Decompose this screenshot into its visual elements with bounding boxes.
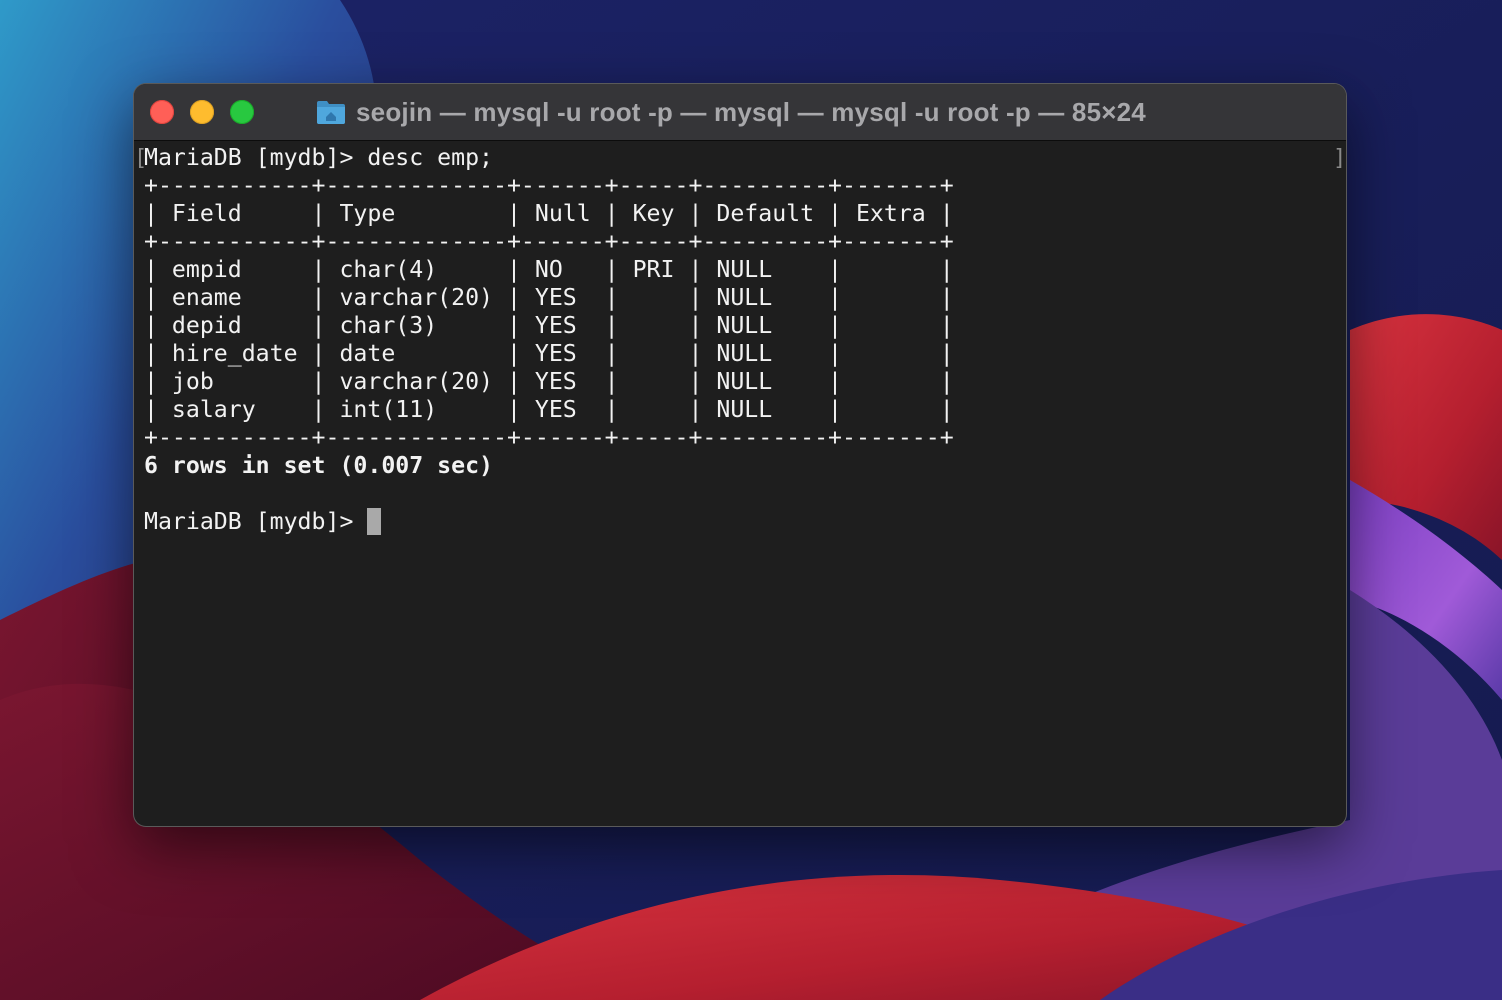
prompt-line[interactable]: MariaDB [mydb]>: [144, 508, 1334, 536]
table-separator-top: +-----------+-------------+------+-----+…: [144, 172, 954, 199]
table-separator-mid: +-----------+-------------+------+-----+…: [144, 228, 954, 255]
folder-icon: [317, 101, 345, 124]
terminal-window: seojin — mysql -u root -p — mysql — mysq…: [134, 84, 1346, 826]
prompt-text: MariaDB [mydb]>: [144, 508, 368, 535]
minimize-icon[interactable]: [190, 100, 214, 124]
table-row: | job | varchar(20) | YES | | NULL | |: [144, 368, 954, 395]
window-title: seojin — mysql -u root -p — mysql — mysq…: [356, 96, 1146, 127]
table-row: | empid | char(4) | NO | PRI | NULL | |: [144, 256, 954, 283]
result-summary: 6 rows in set (0.007 sec): [144, 452, 494, 479]
mark-close: ]: [1333, 146, 1347, 171]
table-header-row: | Field | Type | Null | Key | Default | …: [144, 200, 954, 227]
close-icon[interactable]: [150, 100, 174, 124]
title-bar[interactable]: seojin — mysql -u root -p — mysql — mysq…: [134, 84, 1346, 141]
text-cursor: [367, 508, 382, 535]
terminal-output[interactable]: MariaDB [mydb]> desc emp; +-----------+-…: [144, 144, 1334, 814]
maximize-icon[interactable]: [230, 100, 254, 124]
table-separator-bottom: +-----------+-------------+------+-----+…: [144, 424, 954, 451]
command-line: MariaDB [mydb]> desc emp;: [144, 144, 494, 171]
table-row: | depid | char(3) | YES | | NULL | |: [144, 312, 954, 339]
table-row: | salary | int(11) | YES | | NULL | |: [144, 396, 954, 423]
window-title-group: seojin — mysql -u root -p — mysql — mysq…: [316, 96, 1146, 128]
table-row: | hire_date | date | YES | | NULL | |: [144, 340, 954, 367]
mark-open: [: [134, 146, 148, 171]
table-row: | ename | varchar(20) | YES | | NULL | |: [144, 284, 954, 311]
